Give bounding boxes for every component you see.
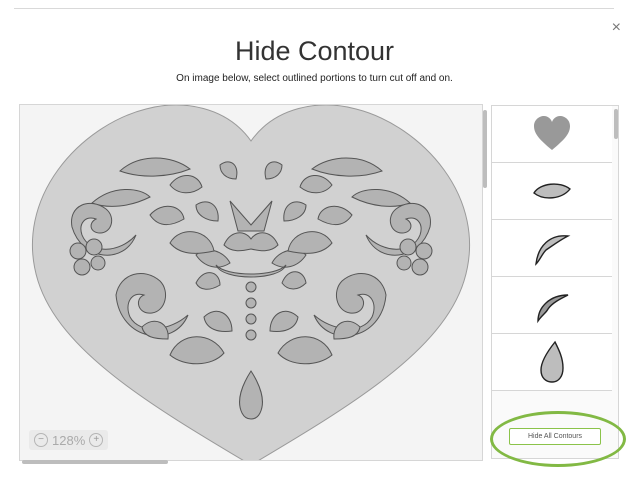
dialog-title: Hide Contour bbox=[234, 36, 395, 66]
zoom-in-icon[interactable]: + bbox=[89, 433, 104, 447]
contour-item[interactable] bbox=[492, 277, 612, 334]
zoom-level: 128% bbox=[52, 432, 86, 448]
contours-list[interactable] bbox=[491, 105, 619, 459]
dialog-subtitle: On image below, select outlined portions… bbox=[176, 73, 453, 84]
zoom-control: − 128% + bbox=[29, 430, 109, 450]
contour-item[interactable] bbox=[492, 163, 612, 220]
heart-design-image[interactable] bbox=[20, 105, 482, 460]
teardrop-icon bbox=[540, 340, 564, 383]
contour-item[interactable] bbox=[492, 334, 612, 391]
heart-shape-icon bbox=[534, 116, 570, 150]
leaf-curved-icon bbox=[535, 235, 571, 266]
contour-item[interactable] bbox=[492, 220, 612, 277]
contour-item[interactable] bbox=[492, 106, 612, 163]
zoom-out-icon[interactable]: − bbox=[34, 433, 48, 447]
close-icon[interactable]: × bbox=[612, 20, 621, 36]
contours-list-scrollbar[interactable] bbox=[614, 109, 618, 139]
canvas-vertical-scrollbar[interactable] bbox=[483, 110, 487, 188]
hide-all-contours-button[interactable]: Hide All Contours bbox=[509, 428, 601, 445]
dialog-top-divider bbox=[14, 8, 614, 9]
preview-canvas[interactable] bbox=[19, 104, 483, 461]
leaf-hook-icon bbox=[537, 294, 569, 324]
leaf-small-icon bbox=[533, 183, 571, 199]
canvas-horizontal-scrollbar[interactable] bbox=[22, 460, 168, 464]
